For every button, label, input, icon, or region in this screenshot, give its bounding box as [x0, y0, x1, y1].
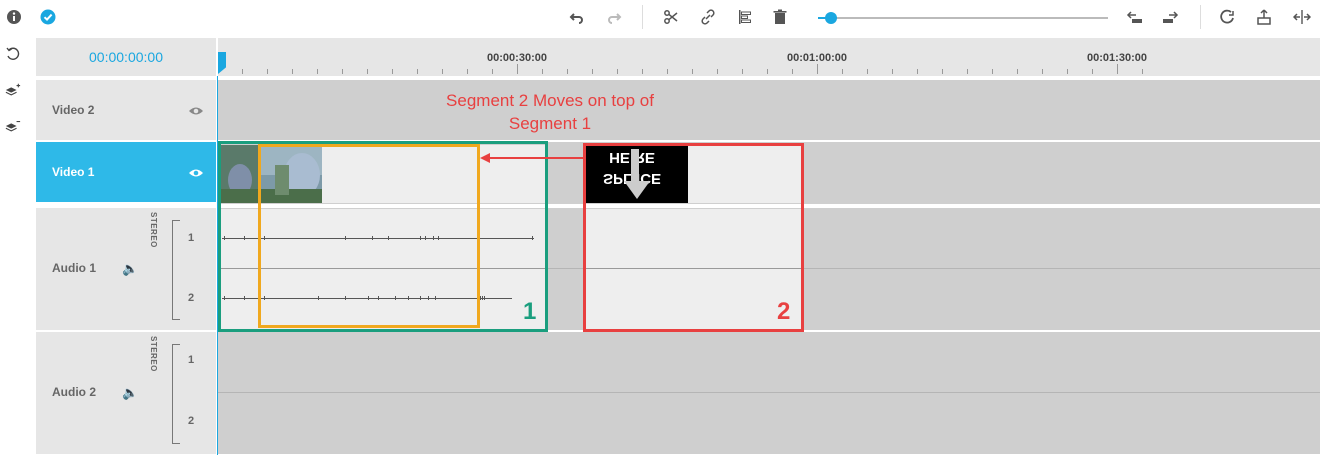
channel-bracket [172, 344, 180, 444]
ruler-tick [442, 69, 443, 74]
move-right-icon[interactable] [1160, 7, 1180, 27]
move-left-icon[interactable] [1125, 7, 1145, 27]
add-layer-icon[interactable] [5, 82, 21, 98]
channel-1-label: 1 [188, 232, 195, 244]
move-arrow-icon [480, 153, 584, 163]
ruler-label: 00:01:00:00 [787, 52, 847, 64]
timeline-ruler[interactable]: 00:00:30:00 00:01:00:00 00:01:30:00 [218, 38, 1320, 76]
stereo-label: STEREO [149, 336, 158, 372]
ruler-tick [242, 69, 243, 74]
unlink-icon[interactable] [698, 7, 718, 27]
ruler-tick [942, 69, 943, 74]
ruler-tick [717, 69, 718, 74]
redo-icon[interactable] [604, 7, 624, 27]
annotation-caption: Segment 2 Moves on top of Segment 1 [380, 89, 720, 135]
overlap-target-box [258, 144, 480, 328]
eye-icon[interactable] [188, 167, 204, 179]
ruler-tick [842, 69, 843, 74]
channel-2-label: 2 [188, 415, 195, 427]
ruler-tick [1017, 69, 1018, 74]
upload-icon[interactable] [1254, 7, 1274, 27]
track-header-video-2[interactable]: Video 2 [36, 80, 216, 140]
ruler-tick [667, 69, 668, 74]
ruler-tick [292, 69, 293, 74]
playhead-line [217, 76, 218, 455]
ruler-tick [367, 69, 368, 74]
ruler-tick [592, 69, 593, 74]
ruler-tick [567, 69, 568, 74]
info-icon[interactable] [4, 7, 24, 27]
ruler-tick [992, 69, 993, 74]
segment-1-label: 1 [523, 298, 537, 325]
segment-2-label: 2 [777, 298, 791, 325]
ruler-label: 00:00:30:00 [487, 52, 547, 64]
annotation-line-2: Segment 1 [508, 114, 592, 133]
ruler-tick [967, 69, 968, 74]
toolbar-divider [1200, 5, 1201, 29]
current-timecode: 00:00:00:00 [36, 38, 216, 76]
ruler-tick [492, 69, 493, 74]
ruler-tick [267, 69, 268, 74]
ruler-label: 00:01:30:00 [1087, 52, 1147, 64]
ruler-tick [917, 69, 918, 74]
check-circle-icon[interactable] [38, 7, 58, 27]
ruler-tick [1042, 69, 1043, 74]
channel-divider [218, 392, 1320, 393]
ruler-tick [467, 69, 468, 74]
speaker-icon[interactable]: 🔈 [122, 261, 138, 277]
ruler-tick [517, 64, 518, 74]
track-label: Audio 1 [52, 261, 96, 275]
remove-layer-icon[interactable] [5, 118, 21, 134]
align-icon[interactable] [735, 7, 755, 27]
ruler-tick [392, 69, 393, 74]
rotate-icon[interactable] [5, 46, 21, 62]
scissors-icon[interactable] [661, 7, 681, 27]
ruler-tick [317, 69, 318, 74]
ruler-tick [542, 69, 543, 74]
ruler-tick [617, 69, 618, 74]
ruler-tick [792, 69, 793, 74]
track-header-audio-2[interactable]: Audio 2 🔈 STEREO 1 2 [36, 332, 216, 454]
channel-2-label: 2 [188, 292, 195, 304]
ruler-tick [867, 69, 868, 74]
segment-2-highlight-box [583, 143, 804, 332]
track-label: Video 2 [52, 103, 95, 117]
track-header-audio-1[interactable]: Audio 1 🔈 STEREO 1 2 [36, 208, 216, 330]
zoom-slider-handle[interactable] [825, 12, 837, 24]
ruler-tick [1142, 69, 1143, 74]
ruler-tick [1117, 64, 1118, 74]
ruler-tick [892, 69, 893, 74]
speaker-icon[interactable]: 🔈 [122, 385, 138, 401]
eye-icon[interactable] [188, 105, 204, 117]
ruler-tick [342, 69, 343, 74]
channel-bracket [172, 220, 180, 320]
ruler-tick [417, 69, 418, 74]
ruler-tick [767, 69, 768, 74]
zoom-slider-track[interactable] [818, 17, 1108, 19]
annotation-line-1: Segment 2 Moves on top of [446, 91, 654, 110]
ruler-tick [692, 69, 693, 74]
channel-1-label: 1 [188, 354, 195, 366]
track-label: Video 1 [52, 165, 95, 179]
track-label: Audio 2 [52, 385, 96, 399]
toolbar-divider [642, 5, 643, 29]
ruler-tick [817, 64, 818, 74]
split-icon[interactable] [1292, 7, 1312, 27]
ruler-tick [642, 69, 643, 74]
trash-icon[interactable] [770, 7, 790, 27]
ruler-tick [742, 69, 743, 74]
magnet-icon[interactable] [1218, 7, 1238, 27]
undo-icon[interactable] [567, 7, 587, 27]
track-header-video-1[interactable]: Video 1 [36, 142, 216, 202]
ruler-tick [1067, 69, 1068, 74]
toolbar [0, 0, 1320, 36]
ruler-tick [1092, 69, 1093, 74]
track-area-audio-2[interactable] [218, 332, 1320, 454]
stereo-label: STEREO [149, 212, 158, 248]
